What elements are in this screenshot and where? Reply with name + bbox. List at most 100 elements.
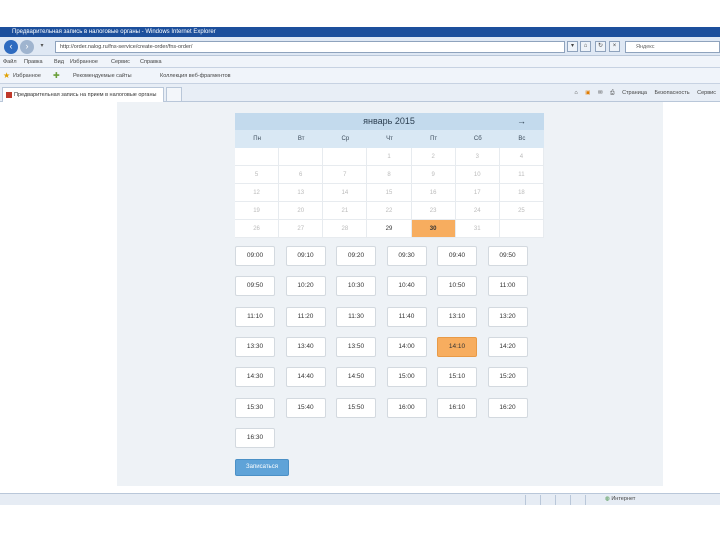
- time-slot-button[interactable]: 11:20: [285, 306, 326, 327]
- forward-icon[interactable]: ›: [20, 40, 34, 54]
- time-slot-button[interactable]: 10:20: [285, 276, 326, 297]
- time-slot-button[interactable]: 14:00: [386, 336, 427, 357]
- calendar-day: 16: [411, 184, 456, 202]
- time-slot-button[interactable]: 09:50: [487, 246, 528, 266]
- calendar-day: 23: [411, 202, 456, 220]
- calendar-day[interactable]: 29: [367, 220, 412, 238]
- menu-favorites[interactable]: Избранное: [70, 56, 98, 68]
- command-page[interactable]: Страница: [622, 90, 647, 96]
- new-tab-button[interactable]: [166, 87, 182, 102]
- dropdown-icon[interactable]: ▾: [37, 40, 47, 54]
- home-icon[interactable]: ⌂: [574, 90, 577, 96]
- tab-favicon-icon: [6, 92, 12, 98]
- time-slot-button[interactable]: 15:30: [235, 397, 275, 418]
- time-slot-button[interactable]: 11:30: [336, 306, 376, 327]
- menu-file[interactable]: Файл: [3, 56, 17, 68]
- address-dropdown-icon[interactable]: ▾: [567, 41, 578, 52]
- tab-active[interactable]: Предварительная запись на прием в налого…: [2, 87, 164, 102]
- calendar-day: 20: [279, 202, 324, 220]
- time-slot-button[interactable]: 09:30: [386, 246, 427, 266]
- favorite-link-webslices[interactable]: Коллекция веб-фрагментов: [160, 68, 231, 84]
- time-slot-button[interactable]: 15:50: [336, 397, 376, 418]
- submit-button[interactable]: Записаться: [235, 459, 289, 476]
- time-slot-button[interactable]: 13:50: [336, 336, 376, 357]
- time-slot-button[interactable]: 11:10: [235, 306, 275, 327]
- command-bar: ⌂ ▣ ✉ ⎙ Страница Безопасность Сервис: [568, 84, 716, 102]
- back-icon[interactable]: ‹: [4, 40, 18, 54]
- time-slot-button[interactable]: 13:10: [437, 306, 477, 327]
- time-slot-button[interactable]: 09:20: [336, 246, 376, 266]
- command-tools[interactable]: Сервис: [697, 90, 716, 96]
- time-slot-button[interactable]: 15:00: [386, 367, 427, 388]
- time-slot-button[interactable]: 16:10: [437, 397, 477, 418]
- calendar-next-button[interactable]: →: [499, 113, 544, 130]
- time-slot-button[interactable]: 09:00: [235, 246, 275, 266]
- browser-window: Предварительная запись в налоговые орган…: [0, 0, 720, 540]
- time-slot-button[interactable]: 13:30: [235, 336, 275, 357]
- time-slot-button[interactable]: 09:10: [285, 246, 326, 266]
- add-favorite-icon[interactable]: ✚: [53, 72, 61, 80]
- status-zone-label: Интернет: [611, 496, 636, 502]
- time-slot-button[interactable]: 10:30: [336, 276, 376, 297]
- time-slot-button[interactable]: 09:40: [437, 246, 477, 266]
- lock-icon[interactable]: ⌂: [580, 41, 591, 52]
- status-divider: [555, 495, 556, 505]
- menu-edit[interactable]: Правка: [24, 56, 43, 68]
- time-slot-button[interactable]: 16:20: [487, 397, 528, 418]
- favorites-star-icon[interactable]: ★: [3, 72, 11, 80]
- calendar-day: 2: [411, 148, 456, 166]
- calendar-day: 22: [367, 202, 412, 220]
- command-safety[interactable]: Безопасность: [655, 90, 690, 96]
- menu-tools[interactable]: Сервис: [111, 56, 130, 68]
- time-slot-button[interactable]: 14:20: [487, 336, 528, 357]
- weekday-label: Пн: [253, 136, 261, 142]
- menu-view[interactable]: Вид: [54, 56, 64, 68]
- weekday-label: Вс: [518, 136, 526, 142]
- stop-icon[interactable]: ×: [609, 41, 620, 52]
- time-slot-button[interactable]: 13:40: [285, 336, 326, 357]
- refresh-icon[interactable]: ↻: [595, 41, 606, 52]
- calendar-day: 11: [499, 166, 544, 184]
- weekday-label: Сб: [473, 136, 482, 142]
- status-divider: [525, 495, 526, 505]
- time-slot-button[interactable]: 09:50: [235, 276, 275, 297]
- time-slot-button[interactable]: 11:40: [386, 306, 427, 327]
- menu-bar: Файл Правка Вид Избранное Сервис Справка: [0, 56, 720, 68]
- time-slot-button[interactable]: 10:40: [386, 276, 427, 297]
- address-bar[interactable]: http://order.nalog.ru/fns-service/create…: [55, 41, 565, 53]
- time-slot-button[interactable]: 10:50: [437, 276, 477, 297]
- favorite-link-suggested[interactable]: Рекомендуемые сайты: [73, 68, 132, 84]
- mail-icon[interactable]: ✉: [598, 90, 603, 96]
- time-slot-button[interactable]: 16:30: [235, 427, 275, 448]
- calendar-day: 3: [455, 148, 500, 166]
- time-slot-button[interactable]: 14:10: [437, 336, 477, 357]
- time-slot-button[interactable]: 11:00: [487, 276, 528, 297]
- menu-help[interactable]: Справка: [140, 56, 162, 68]
- globe-icon: ◍: [605, 496, 610, 502]
- calendar-empty-cell: [235, 148, 280, 166]
- address-row: ‹ › ▾ http://order.nalog.ru/fns-service/…: [0, 37, 720, 56]
- search-input[interactable]: Яндекс: [625, 41, 720, 53]
- time-slot-button[interactable]: 15:40: [285, 397, 326, 418]
- calendar-empty-cell: [279, 148, 324, 166]
- time-slot-button[interactable]: 13:20: [487, 306, 528, 327]
- calendar-day: 9: [411, 166, 456, 184]
- calendar-empty-cell: [499, 220, 544, 238]
- time-slot-button[interactable]: 15:10: [437, 367, 477, 388]
- weekday-label: Пт: [430, 136, 438, 142]
- status-zone: ◍ Интернет: [605, 494, 635, 505]
- favorites-bar: ★ Избранное ✚ Рекомендуемые сайты Коллек…: [0, 68, 720, 84]
- time-slot-button[interactable]: 16:00: [386, 397, 427, 418]
- time-slot-button[interactable]: 14:50: [336, 367, 376, 388]
- calendar-day: 18: [499, 184, 544, 202]
- time-slot-button[interactable]: 15:20: [487, 367, 528, 388]
- print-icon[interactable]: ⎙: [610, 90, 614, 96]
- favorites-button[interactable]: Избранное: [13, 68, 41, 84]
- calendar-day: 19: [235, 202, 280, 220]
- time-slot-button[interactable]: 14:40: [285, 367, 326, 388]
- calendar-day: 15: [367, 184, 412, 202]
- feeds-icon[interactable]: ▣: [585, 90, 590, 96]
- calendar-day: 28: [323, 220, 368, 238]
- calendar-day[interactable]: 30: [411, 220, 456, 238]
- time-slot-button[interactable]: 14:30: [235, 367, 275, 388]
